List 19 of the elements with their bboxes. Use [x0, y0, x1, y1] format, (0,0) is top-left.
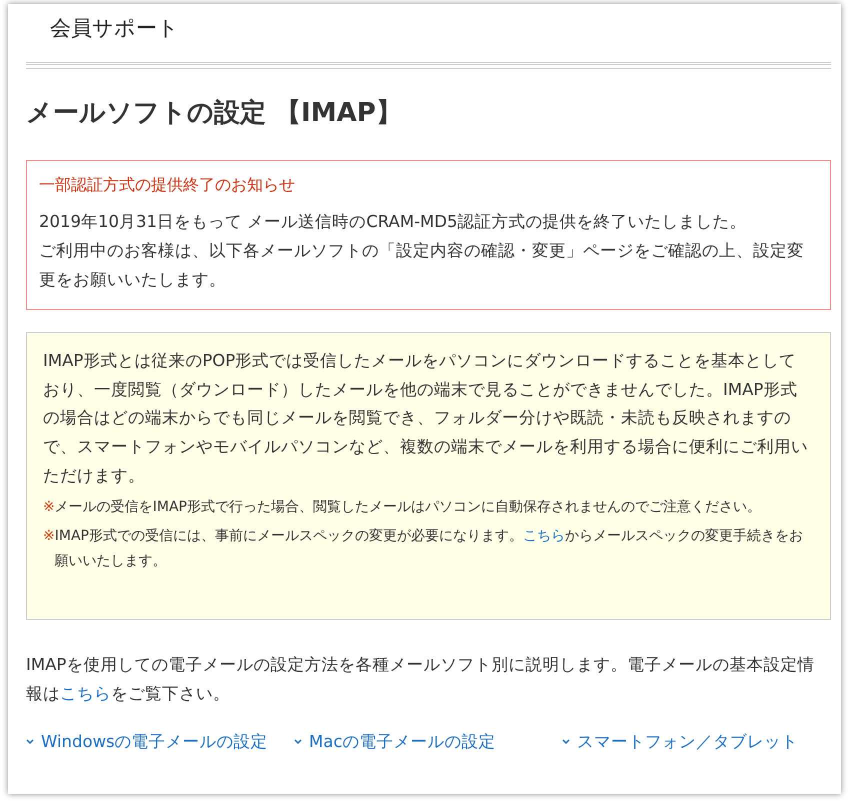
nav-link[interactable]: Macの電子メールの設定: [294, 730, 562, 753]
info-text: IMAP形式とは従来のPOP形式では受信したメールをパソコンにダウンロードすることを基本としており、一度閲覧（ダウンロード）したメールを他の端末で見ることができませんでした。IMAP形式の場合はどの端末からでも同じメールを閲覧でき、フォルダー分けや既読・未読も反映されますので、スマートフォンやモバイルパソコンなど、複数の端末でメールを利用する場合に便利にご利用いただけます。: [43, 350, 809, 488]
note-mark: ※: [43, 527, 55, 546]
nav-link[interactable]: Windowsの電子メールの設定: [26, 730, 294, 753]
chevron-icon: [562, 738, 570, 745]
link[interactable]: こちら: [522, 528, 565, 544]
note-text: IMAP形式での受信には、事前にメールスペックの変更が必要になります。こちらからメールスペックの変更手続きをお願いいたします。: [54, 527, 804, 572]
notice-text: ご利用中のお客様は、以下各メールソフトの「設定内容の確認・変更」ページをご確認の上、設定変更をお願いいたします。: [39, 240, 805, 291]
notice-title: 一部認証方式の提供終了のお知らせ: [39, 175, 296, 196]
chevron-icon: [26, 738, 34, 745]
chevron-icon: [294, 738, 302, 745]
nav-link[interactable]: スマートフォン／タブレット: [562, 730, 830, 753]
page-title: メールソフトの設定 【IMAP】: [26, 97, 403, 130]
note-mark: ※: [43, 498, 55, 517]
site-title: 会員サポート: [50, 15, 180, 42]
notice-text: 2019年10月31日をもって メール送信時のCRAM-MD5認証方式の提供を終了いたしました。: [39, 211, 748, 233]
note-text: メールの受信をIMAP形式で行った場合、閲覧したメールはパソコンに自動保存されませんのでご注意ください。: [54, 498, 761, 517]
link[interactable]: こちら: [60, 684, 111, 704]
intro-text: IMAPを使用しての電子メールの設定方法を各種メールソフト別に説明します。電子メールの基本設定情報は こちら をご覧下さい。: [26, 654, 816, 706]
